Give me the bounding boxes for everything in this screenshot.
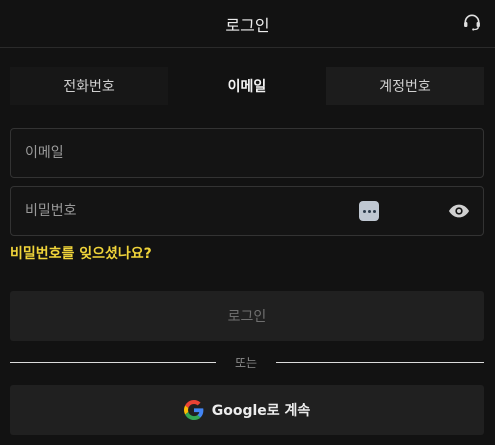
password-field-container	[10, 186, 484, 236]
tab-account-number[interactable]: 계정번호	[326, 67, 484, 105]
customer-support-button[interactable]	[461, 11, 483, 33]
password-input[interactable]	[11, 187, 483, 235]
divider-line-left	[10, 362, 216, 363]
or-divider-label: 또는	[234, 356, 258, 370]
tab-email[interactable]: 이메일	[168, 67, 326, 105]
top-bar: 로그인	[0, 0, 495, 48]
forgot-password-link[interactable]: 비밀번호를 잊으셨나요?	[10, 243, 152, 263]
tab-phone-number[interactable]: 전화번호	[10, 67, 168, 105]
page-title: 로그인	[225, 15, 270, 35]
email-input[interactable]	[11, 129, 483, 177]
divider-line-right	[276, 362, 484, 363]
google-login-button[interactable]: Google로 계속	[10, 385, 484, 435]
google-icon	[183, 400, 204, 420]
email-field-container	[10, 128, 484, 178]
login-button[interactable]: 로그인	[10, 291, 484, 341]
show-password-toggle[interactable]	[448, 201, 470, 221]
google-login-label: Google로 계속	[211, 403, 311, 419]
headset-icon	[464, 14, 480, 31]
eye-icon	[448, 204, 470, 218]
password-manager-icon[interactable]	[359, 201, 379, 221]
login-method-tabs: 전화번호 이메일 계정번호	[10, 67, 484, 105]
